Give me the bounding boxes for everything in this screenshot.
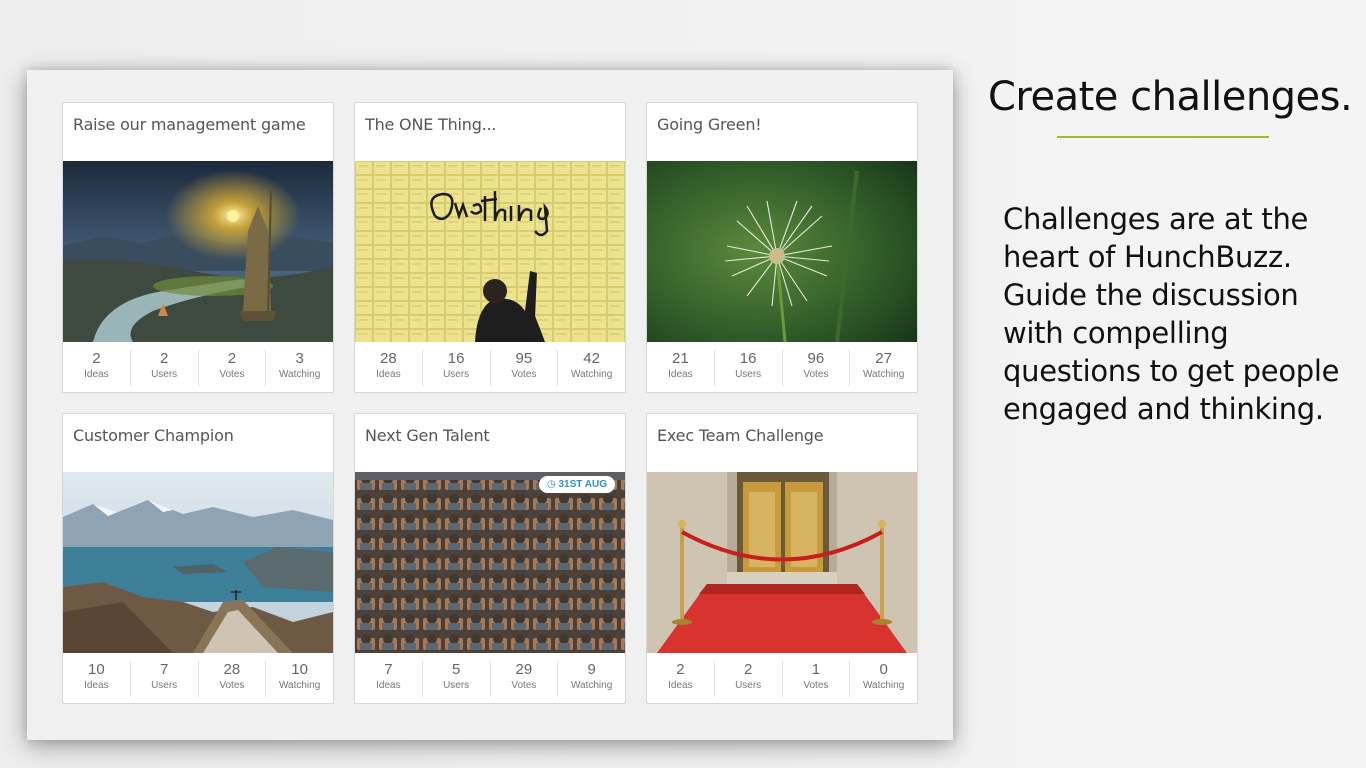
stat-watching: 10 Watching xyxy=(278,661,321,691)
challenges-panel: Raise our management game 2 Ideas 2 User… xyxy=(27,70,953,740)
stat-ideas: 7 Ideas xyxy=(355,661,423,697)
challenge-image[interactable]: ◷ 31ST AUG xyxy=(355,472,625,653)
challenge-stats: 28 Ideas 16 Users 95 Votes 42 Watching xyxy=(355,342,625,392)
stat-ideas: 28 Ideas xyxy=(355,350,423,386)
challenge-stats: 2 Ideas 2 Users 1 Votes 0 Watching xyxy=(647,653,917,703)
stat-users: 16 Users xyxy=(715,350,783,386)
stat-watching: 42 Watching xyxy=(570,350,613,380)
stat-users: 7 Users xyxy=(131,661,199,697)
deadline-badge: ◷ 31ST AUG xyxy=(538,476,615,493)
clock-icon: ◷ xyxy=(546,479,556,490)
challenge-title[interactable]: The ONE Thing... xyxy=(355,103,625,161)
challenge-stats: 7 Ideas 5 Users 29 Votes 9 Watching xyxy=(355,653,625,703)
stat-watching: 0 Watching xyxy=(862,661,905,691)
challenge-card[interactable]: Going Green! 21 Ideas 16 Users 96 Votes … xyxy=(646,102,918,393)
challenge-stats: 2 Ideas 2 Users 2 Votes 3 Watching xyxy=(63,342,333,392)
challenge-image[interactable] xyxy=(355,161,625,342)
stat-ideas: 2 Ideas xyxy=(63,350,131,386)
stat-votes: 96 Votes xyxy=(783,350,851,386)
stat-watching: 3 Watching xyxy=(278,350,321,380)
challenge-card[interactable]: Raise our management game 2 Ideas 2 User… xyxy=(62,102,334,393)
challenge-stats: 10 Ideas 7 Users 28 Votes 10 Watching xyxy=(63,653,333,703)
challenge-image[interactable] xyxy=(647,161,917,342)
page-heading: Create challenges. xyxy=(988,74,1353,120)
stat-votes: 2 Votes xyxy=(199,350,267,386)
challenge-image[interactable] xyxy=(63,161,333,342)
stat-users: 5 Users xyxy=(423,661,491,697)
stat-users: 2 Users xyxy=(131,350,199,386)
stat-votes: 1 Votes xyxy=(783,661,851,697)
challenge-card[interactable]: Next Gen Talent ◷ 31ST AUG 7 Ideas 5 Use… xyxy=(354,413,626,704)
stat-watching: 9 Watching xyxy=(570,661,613,691)
stat-ideas: 21 Ideas xyxy=(647,350,715,386)
challenge-title[interactable]: Exec Team Challenge xyxy=(647,414,917,472)
stat-votes: 28 Votes xyxy=(199,661,267,697)
stat-ideas: 10 Ideas xyxy=(63,661,131,697)
stat-votes: 29 Votes xyxy=(491,661,559,697)
heading-underline xyxy=(1057,136,1269,138)
stat-ideas: 2 Ideas xyxy=(647,661,715,697)
challenge-stats: 21 Ideas 16 Users 96 Votes 27 Watching xyxy=(647,342,917,392)
challenge-image[interactable] xyxy=(63,472,333,653)
challenge-title[interactable]: Next Gen Talent xyxy=(355,414,625,472)
stat-users: 2 Users xyxy=(715,661,783,697)
challenge-title[interactable]: Raise our management game xyxy=(63,103,333,161)
challenge-card[interactable]: Customer Champion 10 Ideas 7 Users 28 Vo… xyxy=(62,413,334,704)
challenge-card[interactable]: Exec Team Challenge 2 Ideas 2 Users 1 Vo… xyxy=(646,413,918,704)
challenge-title[interactable]: Going Green! xyxy=(647,103,917,161)
challenge-title[interactable]: Customer Champion xyxy=(63,414,333,472)
challenge-card[interactable]: The ONE Thing... 28 Ideas 16 Users 95 Vo… xyxy=(354,102,626,393)
challenge-image[interactable] xyxy=(647,472,917,653)
description-text: Challenges are at the heart of HunchBuzz… xyxy=(1003,202,1340,426)
stat-votes: 95 Votes xyxy=(491,350,559,386)
stat-users: 16 Users xyxy=(423,350,491,386)
stat-watching: 27 Watching xyxy=(862,350,905,380)
